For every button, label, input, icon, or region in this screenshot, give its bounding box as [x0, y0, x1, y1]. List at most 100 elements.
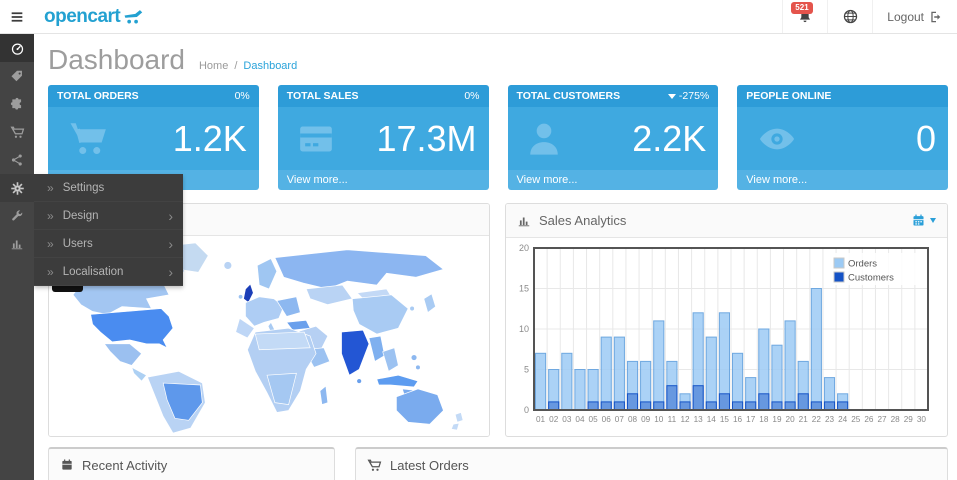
wrench-icon	[10, 209, 24, 223]
flyout-item-settings[interactable]: »Settings	[34, 174, 183, 202]
double-angle-icon: »	[47, 209, 54, 223]
tile-header: TOTAL CUSTOMERS-275%	[508, 85, 719, 107]
stores-button[interactable]	[827, 0, 872, 33]
svg-text:12: 12	[680, 415, 690, 424]
logout-button[interactable]: Logout	[872, 0, 957, 33]
tile-value: 0	[916, 118, 936, 160]
sidebar-item-catalog[interactable]	[0, 62, 34, 90]
tile-title: TOTAL ORDERS	[57, 90, 139, 102]
svg-text:16: 16	[733, 415, 743, 424]
latest-orders-panel: Latest Orders	[355, 447, 948, 480]
sidebar-item-sales[interactable]	[0, 118, 34, 146]
flyout-item-label: Localisation	[63, 266, 124, 278]
svg-text:24: 24	[838, 415, 848, 424]
chart-legend: Orders Customers	[828, 253, 924, 285]
chevron-right-icon: ›	[168, 211, 173, 221]
sidebar-item-system[interactable]	[0, 174, 34, 202]
svg-text:0: 0	[524, 405, 529, 415]
tile-view-more-link[interactable]: View more...	[508, 170, 719, 190]
flyout-item-design[interactable]: » Design ›	[34, 202, 183, 230]
system-flyout-menu: »Settings»Design›»Users›»Localisation›	[34, 174, 183, 286]
breadcrumb-current[interactable]: Dashboard	[243, 60, 297, 72]
caret-down-icon	[930, 218, 936, 223]
svg-text:Orders: Orders	[848, 259, 877, 270]
svg-text:18: 18	[759, 415, 769, 424]
svg-text:08: 08	[628, 415, 638, 424]
tile-header: TOTAL ORDERS 0%	[48, 85, 259, 107]
tile-percent-value: -275%	[679, 90, 709, 102]
tag-icon	[10, 69, 24, 83]
date-range-button[interactable]	[911, 213, 936, 228]
svg-text:26: 26	[864, 415, 874, 424]
notification-count-badge: 521	[791, 2, 812, 14]
tile-title: TOTAL SALES	[287, 90, 359, 102]
svg-text:27: 27	[877, 415, 887, 424]
bottom-panels-row: Recent Activity Latest Orders	[48, 447, 948, 480]
tile-value: 1.2K	[173, 118, 247, 160]
stat-tile-total-customers: TOTAL CUSTOMERS-275%2.2KView more...	[508, 85, 719, 190]
svg-text:02: 02	[549, 415, 559, 424]
svg-text:15: 15	[519, 284, 529, 294]
tile-view-more-link[interactable]: View more...	[278, 170, 489, 190]
svg-text:30: 30	[917, 415, 927, 424]
breadcrumb-home[interactable]: Home	[199, 60, 228, 72]
logout-label: Logout	[887, 10, 924, 24]
breadcrumb-separator: /	[234, 60, 237, 72]
svg-text:11: 11	[668, 415, 677, 424]
flyout-item-users[interactable]: » Users ›	[34, 230, 183, 258]
chevron-right-icon: ›	[168, 239, 173, 249]
sidebar-item-dashboard[interactable]	[0, 34, 34, 62]
flyout-item-localisation[interactable]: » Localisation ›	[34, 258, 183, 286]
calendar-icon	[911, 213, 926, 228]
menu-toggle-button[interactable]	[0, 0, 34, 33]
user-icon	[520, 117, 568, 161]
share-icon	[10, 153, 24, 167]
flyout-item-label: Design	[63, 210, 99, 222]
svg-text:17: 17	[746, 415, 756, 424]
svg-text:28: 28	[891, 415, 901, 424]
sidebar-item-reports[interactable]	[0, 230, 34, 258]
page-title: Dashboard	[48, 44, 185, 76]
opencart-logo[interactable]: opencart	[34, 0, 153, 33]
svg-text:23: 23	[825, 415, 835, 424]
logo-text: opencart	[44, 6, 120, 28]
notifications-button[interactable]: 521	[782, 0, 827, 33]
svg-text:10: 10	[519, 324, 529, 334]
svg-text:19: 19	[772, 415, 782, 424]
flyout-item-label: Users	[63, 238, 93, 250]
breadcrumb: Home / Dashboard	[199, 60, 297, 72]
caret-down-icon	[668, 94, 676, 99]
tile-percent: 0%	[464, 90, 479, 102]
hamburger-icon	[9, 9, 25, 25]
double-angle-icon: »	[47, 181, 54, 195]
page-heading: Dashboard Home / Dashboard	[48, 34, 948, 85]
tile-body: 0	[737, 107, 948, 170]
recent-activity-title: Recent Activity	[82, 458, 167, 473]
tile-percent: 0%	[235, 90, 250, 102]
sidebar-item-marketing[interactable]	[0, 146, 34, 174]
svg-text:09: 09	[641, 415, 651, 424]
svg-text:07: 07	[615, 415, 625, 424]
tile-percent: -275%	[668, 90, 709, 102]
eye-icon	[749, 119, 805, 159]
sidebar-item-tools[interactable]	[0, 202, 34, 230]
double-angle-icon: »	[47, 265, 54, 279]
topbar-spacer	[153, 0, 782, 33]
tile-value: 17.3M	[376, 118, 476, 160]
chevron-right-icon: ›	[168, 267, 173, 277]
stat-tile-people-online: PEOPLE ONLINE 0 View more...	[737, 85, 948, 190]
sidebar-item-extensions[interactable]	[0, 90, 34, 118]
tile-header: PEOPLE ONLINE	[737, 85, 948, 107]
svg-text:20: 20	[786, 415, 796, 424]
calendar-icon	[60, 458, 74, 472]
double-angle-icon: »	[47, 237, 54, 251]
svg-text:20: 20	[519, 243, 529, 253]
tile-header: TOTAL SALES 0%	[278, 85, 489, 107]
cart-icon	[60, 118, 116, 160]
latest-orders-header: Latest Orders	[356, 449, 947, 480]
svg-text:Customers: Customers	[848, 273, 894, 284]
tile-view-more-link[interactable]: View more...	[737, 170, 948, 190]
recent-activity-header: Recent Activity	[49, 449, 334, 480]
bar-chart-icon	[10, 237, 24, 251]
svg-text:05: 05	[589, 415, 599, 424]
